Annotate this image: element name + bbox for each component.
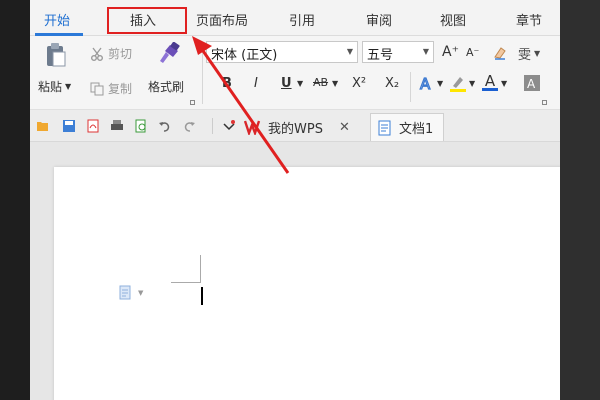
char-shading-icon[interactable]: A <box>524 75 540 91</box>
clipboard-dialog-launcher-icon[interactable] <box>190 100 195 105</box>
redo-icon[interactable] <box>182 119 196 133</box>
underline-dropdown-icon[interactable]: ▼ <box>297 79 303 88</box>
doc-tab-label: 文档1 <box>399 122 434 137</box>
paste-dropdown-icon: ▼ <box>65 82 72 91</box>
grow-font-button[interactable]: A⁺ <box>442 44 459 60</box>
font-size-dropdown-icon: ▼ <box>422 47 429 56</box>
tab-home[interactable]: 开始 <box>44 10 70 29</box>
copy-label: 复制 <box>108 82 133 96</box>
ribbon-separator <box>410 72 411 102</box>
strikethrough-dropdown-icon[interactable]: ▼ <box>332 79 338 88</box>
menu-tab-bar: 开始 插入 页面布局 引用 审阅 视图 章节 <box>30 0 560 36</box>
font-name-select[interactable]: 宋体 (正文) ▼ <box>206 41 358 63</box>
tab-view[interactable]: 视图 <box>440 10 466 29</box>
doc-tab-label: 我的WPS <box>268 121 323 137</box>
grow-font-icon: A⁺ <box>442 44 459 60</box>
toolbar-separator <box>212 118 213 134</box>
customize-toolbar-icon[interactable] <box>222 119 236 133</box>
format-painter-icon[interactable] <box>156 42 182 66</box>
svg-text:A: A <box>420 75 431 92</box>
format-painter-button[interactable]: 格式刷 <box>148 78 184 95</box>
font-color-button[interactable]: A <box>482 72 498 91</box>
clear-format-icon[interactable] <box>492 45 508 61</box>
right-dark-strip <box>560 0 600 400</box>
underline-button[interactable]: U <box>281 76 292 91</box>
cut-label: 剪切 <box>108 47 133 61</box>
document-page[interactable]: ▼ <box>54 167 560 400</box>
doc-tab-document1[interactable]: 文档1 <box>370 113 445 141</box>
format-painter-label: 格式刷 <box>148 80 185 94</box>
superscript-button[interactable]: X² <box>352 76 366 91</box>
print-icon[interactable] <box>110 119 124 133</box>
margin-corner-mark <box>200 255 201 283</box>
svg-text:A: A <box>527 77 536 91</box>
wps-logo-icon <box>244 120 261 135</box>
phonetic-guide-button[interactable]: 雯 ▼ <box>518 44 540 63</box>
paragraph-layout-dropdown-icon[interactable]: ▼ <box>138 289 143 297</box>
copy-icon <box>90 82 104 95</box>
tab-page-layout[interactable]: 页面布局 <box>196 10 248 29</box>
home-ribbon: 粘贴 ▼ 剪切 复制 格式刷 宋体 (正文) ▼ 五号 ▼ A⁺ A⁻ 雯 ▼ … <box>30 36 560 110</box>
font-dialog-launcher-icon[interactable] <box>542 100 547 105</box>
paste-icon[interactable] <box>44 42 68 68</box>
left-dark-strip <box>0 0 30 400</box>
tab-review[interactable]: 审阅 <box>366 10 392 29</box>
insert-tab-highlight-box <box>107 7 187 34</box>
shrink-font-icon: A⁻ <box>466 46 480 59</box>
open-folder-icon[interactable] <box>36 119 50 133</box>
text-effect-icon[interactable]: A <box>418 74 436 92</box>
undo-icon[interactable] <box>158 119 172 133</box>
font-size-value: 五号 <box>367 48 394 63</box>
font-color-dropdown-icon[interactable]: ▼ <box>501 79 507 88</box>
document-icon <box>378 120 391 135</box>
italic-button[interactable]: I <box>254 76 258 91</box>
print-preview-icon[interactable] <box>134 119 148 133</box>
highlight-dropdown-icon[interactable]: ▼ <box>469 79 475 88</box>
copy-button[interactable]: 复制 <box>90 80 132 97</box>
phonetic-guide-icon: 雯 <box>518 48 532 63</box>
font-name-value: 宋体 (正文) <box>211 48 278 63</box>
text-cursor <box>201 287 203 305</box>
ribbon-separator <box>202 42 203 104</box>
doc-tab-my-wps[interactable]: 我的WPS ✕ <box>244 113 350 141</box>
scissors-icon <box>91 47 103 61</box>
save-icon[interactable] <box>62 119 76 133</box>
shrink-font-button[interactable]: A⁻ <box>466 46 479 59</box>
bold-button[interactable]: B <box>222 76 232 91</box>
phonetic-dropdown-icon: ▼ <box>534 49 541 58</box>
cut-button[interactable]: 剪切 <box>90 45 132 62</box>
paste-label: 粘贴 <box>38 80 63 94</box>
export-pdf-icon[interactable] <box>86 119 100 133</box>
paste-button[interactable]: 粘贴 ▼ <box>38 78 71 95</box>
document-workspace: ▼ <box>30 142 560 400</box>
paragraph-layout-icon[interactable] <box>119 285 133 301</box>
wps-writer-window: 开始 插入 页面布局 引用 审阅 视图 章节 粘贴 ▼ 剪切 复制 格式刷 宋体… <box>30 0 560 400</box>
text-effect-dropdown-icon[interactable]: ▼ <box>437 79 443 88</box>
subscript-button[interactable]: X₂ <box>385 76 399 91</box>
font-name-dropdown-icon: ▼ <box>346 47 353 56</box>
highlight-color-icon[interactable] <box>448 74 468 94</box>
strikethrough-button[interactable]: AB <box>313 76 328 89</box>
font-size-select[interactable]: 五号 ▼ <box>362 41 434 63</box>
tab-chapter[interactable]: 章节 <box>516 10 542 29</box>
close-tab-icon[interactable]: ✕ <box>339 120 350 135</box>
margin-corner-mark <box>171 282 201 283</box>
quick-access-bar: 我的WPS ✕ 文档1 <box>30 110 560 142</box>
tab-references[interactable]: 引用 <box>289 10 315 29</box>
